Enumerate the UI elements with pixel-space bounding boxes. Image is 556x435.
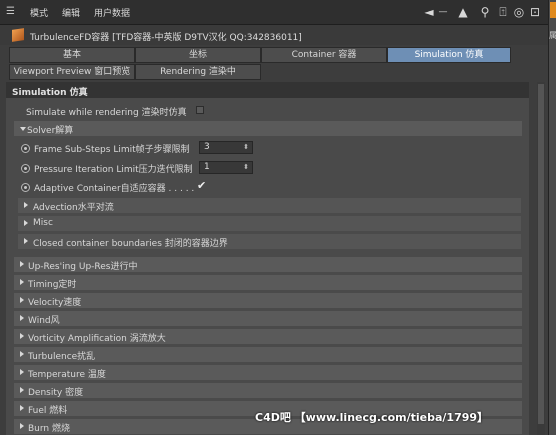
side-panel-strip: 属: [548, 0, 556, 435]
panel-heading-text: Simulation 仿真: [12, 88, 88, 98]
adaptive-container-anim-icon[interactable]: [21, 183, 30, 192]
pressure-iteration-anim-icon[interactable]: [21, 164, 30, 173]
expand-triangle-icon: [24, 202, 28, 208]
tab-container[interactable]: Container 容器: [261, 47, 387, 63]
new-panel-icon[interactable]: ⊡: [528, 5, 542, 19]
adaptive-container-label: Adaptive Container自适应容器 . . . . .: [34, 184, 195, 194]
expand-triangle-icon: [20, 279, 24, 285]
misc-section-header[interactable]: Misc: [18, 216, 521, 231]
up-arrow-icon[interactable]: ▲: [456, 5, 470, 19]
scrollbar-thumb[interactable]: [538, 84, 544, 424]
burn-section-label: Burn 燃烧: [28, 424, 70, 434]
expand-triangle-icon: [20, 315, 24, 321]
expand-triangle-icon: [20, 297, 24, 303]
expand-triangle-icon: [20, 333, 24, 339]
closed-boundaries-section-label: Closed container boundaries 封闭的容器边界: [33, 239, 228, 249]
frame-substeps-field[interactable]: 3 ⬍: [199, 141, 253, 154]
solver-section-header[interactable]: Solver解算: [14, 121, 522, 136]
object-title-row: TurbulenceFD容器 [TFD容器-中英版 D9TV汉化 QQ:3428…: [0, 25, 548, 45]
stepper-arrows-icon[interactable]: ⬍: [243, 142, 249, 153]
velocity-section-label: Velocity速度: [28, 298, 82, 308]
density-section-header[interactable]: Density 密度: [14, 383, 522, 398]
simulate-while-rendering-checkbox[interactable]: [196, 106, 204, 114]
tab-simulation[interactable]: Simulation 仿真: [387, 47, 511, 63]
menu-edit[interactable]: 编辑: [62, 6, 80, 19]
expand-triangle-icon: [24, 238, 28, 244]
turbulence-section-label: Turbulence扰乱: [28, 352, 96, 362]
temperature-section-header[interactable]: Temperature 温度: [14, 365, 522, 380]
expand-triangle-icon: [20, 351, 24, 357]
timing-section-label: Timing定时: [28, 280, 77, 290]
fuel-section-label: Fuel 燃料: [28, 406, 68, 416]
frame-substeps-anim-icon[interactable]: [21, 144, 30, 153]
temperature-section-label: Temperature 温度: [28, 370, 106, 380]
object-title: TurbulenceFD容器 [TFD容器-中英版 D9TV汉化 QQ:3428…: [30, 33, 302, 43]
vorticity-section-label: Vorticity Amplification 涡流放大: [28, 334, 166, 344]
watermark-text: C4D吧 【www.linecg.com/tieba/1799】: [255, 411, 489, 424]
timing-section-header[interactable]: Timing定时: [14, 275, 522, 290]
misc-section-label: Misc: [33, 218, 53, 228]
expand-triangle-icon: [24, 220, 28, 226]
pressure-iteration-label: Pressure Iteration Limit压力迭代限制: [34, 165, 193, 175]
panel-heading: Simulation 仿真: [6, 82, 529, 98]
collapse-triangle-icon: [20, 127, 26, 131]
menu-bar: ☰ 模式 编辑 用户数据 ◄ — ▲ ⚲ ⍐ ◎ ⊡: [0, 0, 548, 25]
expand-triangle-icon: [20, 423, 24, 429]
wind-section-label: Wind风: [28, 316, 60, 326]
search-icon[interactable]: ⚲: [478, 5, 492, 19]
turbulence-section-header[interactable]: Turbulence扰乱: [14, 347, 522, 362]
wind-section-header[interactable]: Wind风: [14, 311, 522, 326]
upres-section-header[interactable]: Up-Res'ing Up-Res进行中: [14, 257, 522, 272]
stepper-arrows-icon[interactable]: ⬍: [243, 162, 249, 173]
tab-basic[interactable]: 基本: [9, 47, 135, 63]
vertical-scrollbar[interactable]: [537, 82, 545, 435]
expand-triangle-icon: [20, 261, 24, 267]
expand-triangle-icon: [20, 387, 24, 393]
upres-section-label: Up-Res'ing Up-Res进行中: [28, 262, 138, 272]
advection-section-header[interactable]: Advection水平对流: [18, 198, 521, 213]
menu-user-data[interactable]: 用户数据: [94, 6, 130, 19]
menu-mode[interactable]: 模式: [30, 6, 48, 19]
closed-boundaries-section-header[interactable]: Closed container boundaries 封闭的容器边界: [18, 234, 521, 249]
lock-icon[interactable]: ⍐: [496, 5, 510, 19]
menu-grip-icon[interactable]: ☰: [6, 7, 20, 17]
target-icon[interactable]: ◎: [512, 5, 526, 19]
back-arrow-icon[interactable]: ◄: [422, 5, 436, 19]
velocity-section-header[interactable]: Velocity速度: [14, 293, 522, 308]
advection-section-label: Advection水平对流: [33, 203, 114, 213]
tab-coordinates[interactable]: 坐标: [135, 47, 261, 63]
simulate-while-rendering-label: Simulate while rendering 渲染时仿真: [26, 108, 187, 118]
attributes-tab-marker[interactable]: [550, 2, 556, 18]
container-object-icon: [12, 28, 24, 42]
frame-substeps-value: 3: [204, 142, 210, 152]
vorticity-section-header[interactable]: Vorticity Amplification 涡流放大: [14, 329, 522, 344]
tab-viewport-preview[interactable]: Viewport Preview 窗口预览: [9, 64, 135, 80]
solver-section-label: Solver解算: [27, 126, 74, 136]
density-section-label: Density 密度: [28, 388, 84, 398]
pressure-iteration-value: 1: [204, 162, 210, 172]
pressure-iteration-field[interactable]: 1 ⬍: [199, 161, 253, 174]
frame-substeps-label: Frame Sub-Steps Limit帧子步骤限制: [34, 145, 190, 155]
expand-triangle-icon: [20, 405, 24, 411]
side-tab-label[interactable]: 属: [549, 30, 556, 42]
expand-triangle-icon: [20, 369, 24, 375]
tab-rendering[interactable]: Rendering 渲染中: [135, 64, 261, 80]
adaptive-container-checkbox[interactable]: ✔: [197, 180, 206, 191]
separator-icon: —: [438, 7, 448, 17]
